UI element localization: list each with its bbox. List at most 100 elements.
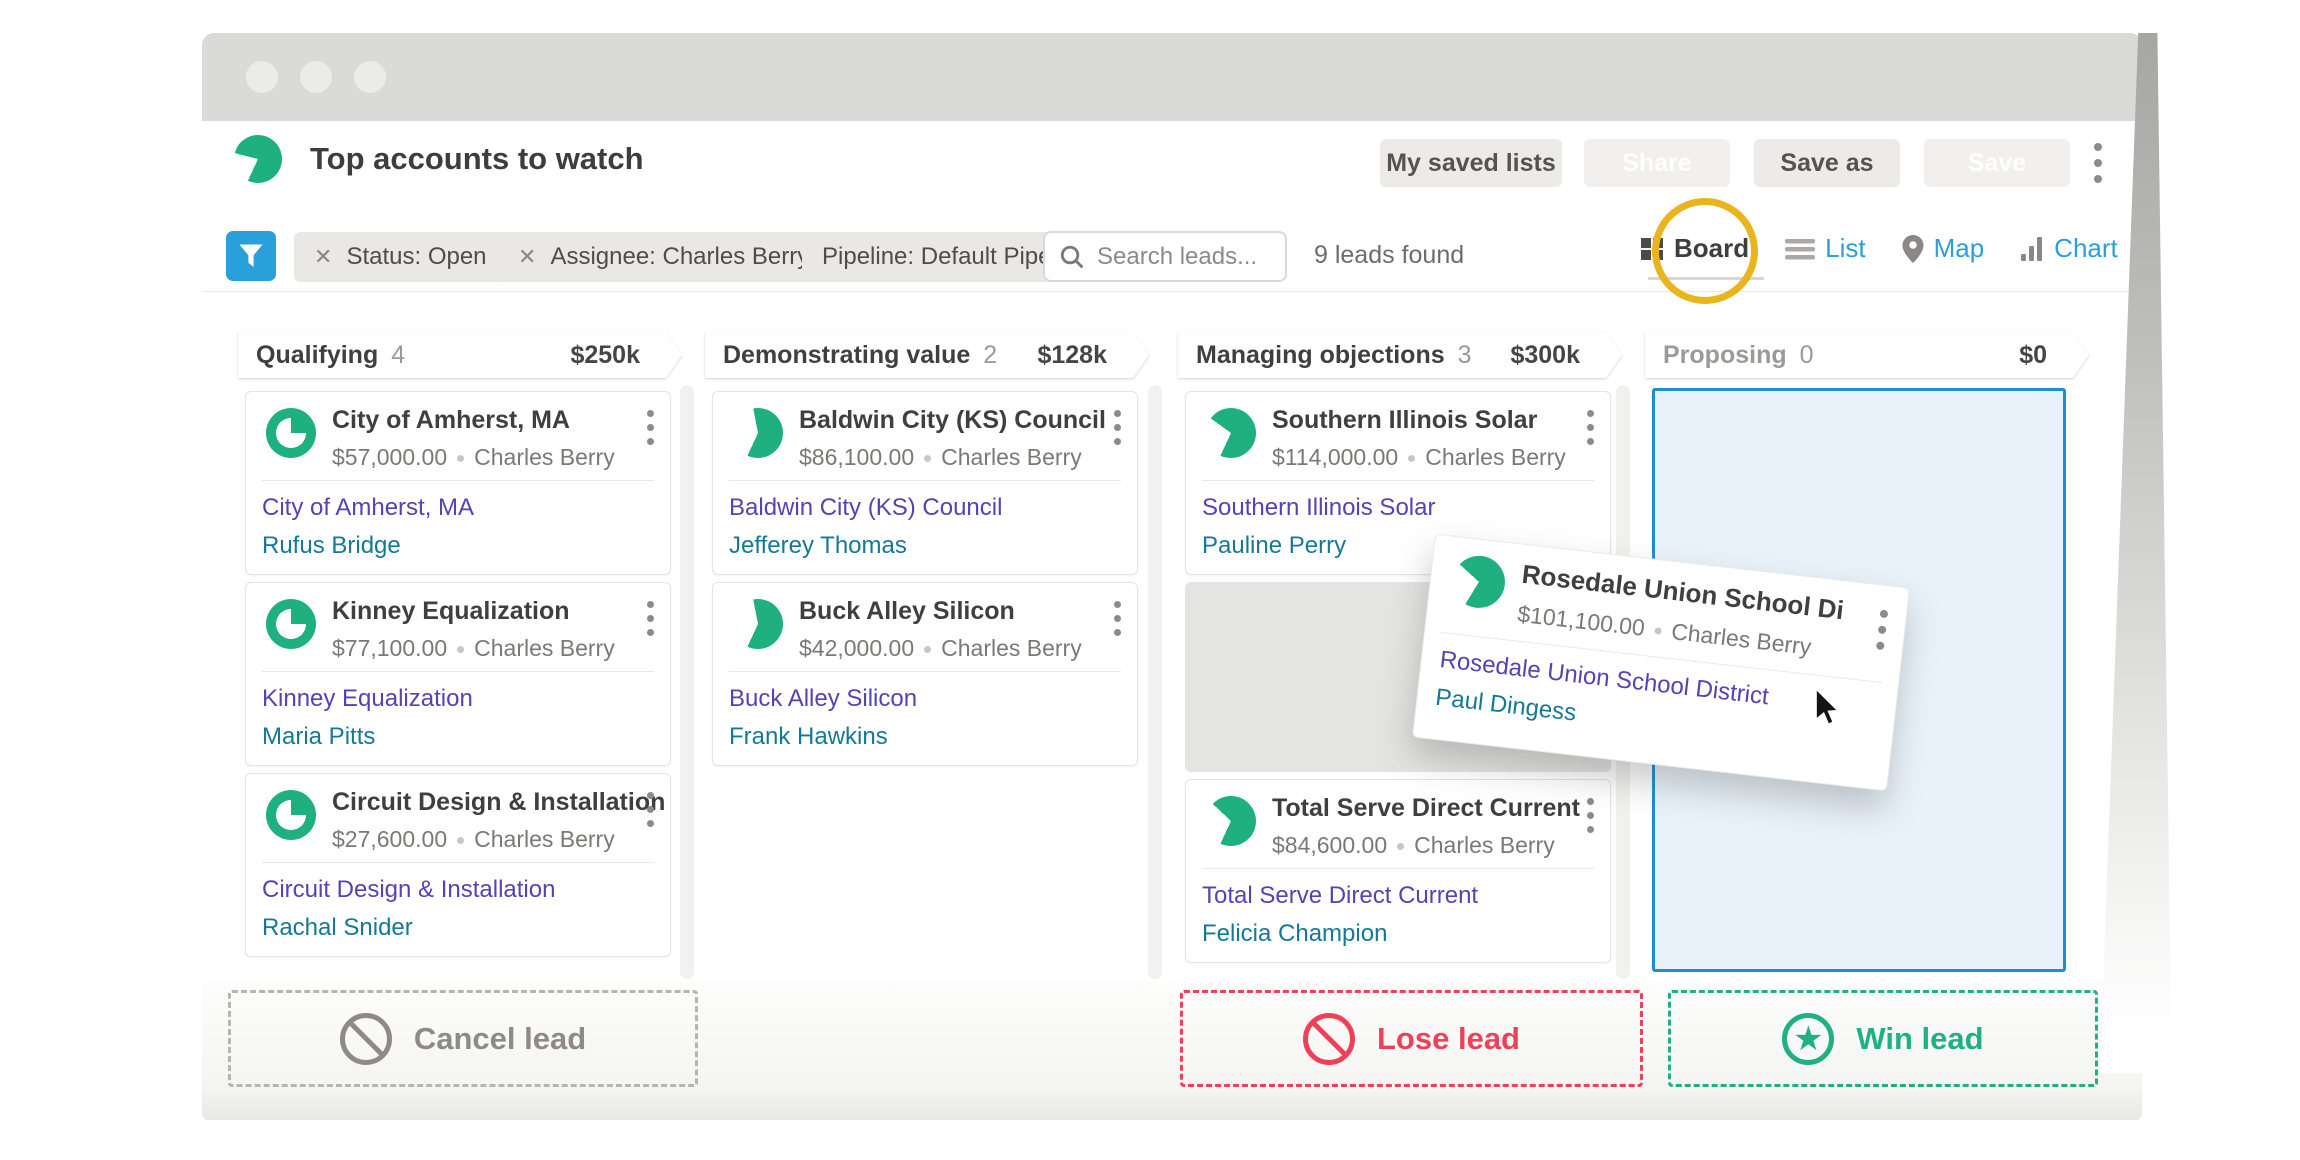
card-divider — [729, 671, 1121, 672]
my-saved-lists-button[interactable]: My saved lists — [1380, 139, 1562, 187]
funnel-icon — [238, 243, 264, 269]
lead-pie-icon — [1206, 408, 1256, 458]
lead-owner: Charles Berry — [1414, 832, 1555, 858]
contact-link[interactable]: Pauline Perry — [1202, 532, 1346, 560]
card-menu-icon[interactable] — [1587, 794, 1594, 836]
card-menu-icon[interactable] — [1114, 597, 1121, 639]
window-control-dot[interactable] — [246, 61, 278, 93]
card-divider — [262, 862, 654, 863]
tab-chart-view[interactable]: Chart — [2020, 233, 2118, 264]
column-gap — [1148, 385, 1162, 979]
list-icon — [1785, 237, 1815, 261]
lead-title: Buck Alley Silicon — [799, 597, 1015, 626]
filter-bar: ✕ Status: Open ✕ Assignee: Charles Berry… — [202, 203, 2142, 292]
contact-link[interactable]: Jefferey Thomas — [729, 532, 907, 560]
no-icon — [340, 1013, 392, 1065]
lead-subtitle: $84,600.00Charles Berry — [1272, 832, 1555, 859]
header-overflow-menu-icon[interactable] — [2094, 139, 2102, 187]
tab-list-view[interactable]: List — [1785, 233, 1865, 264]
separator-dot — [924, 455, 931, 462]
column-demonstrating-value: Baldwin City (KS) Council $86,100.00 Char… — [712, 391, 1138, 766]
lead-owner: Charles Berry — [941, 444, 1082, 470]
lead-value: $77,100.00 — [332, 635, 447, 661]
company-link[interactable]: Circuit Design & Installation — [262, 876, 555, 904]
lead-title: Circuit Design & Installation — [332, 788, 665, 817]
tab-board-view[interactable]: Board — [1640, 233, 1749, 264]
cancel-lead-dropzone[interactable]: Cancel lead — [228, 990, 698, 1087]
page-header: Top accounts to watch My saved lists Sha… — [202, 121, 2142, 203]
card-menu-icon[interactable] — [647, 788, 654, 830]
company-link[interactable]: Buck Alley Silicon — [729, 685, 917, 713]
contact-link[interactable]: Felicia Champion — [1202, 920, 1387, 948]
lead-subtitle: $114,000.00 Charles Berry — [1272, 444, 1566, 471]
card-menu-icon[interactable] — [1114, 406, 1121, 448]
lead-card[interactable]: Buck Alley Silicon $42,000.00Charles Ber… — [712, 582, 1138, 766]
lead-subtitle: $77,100.00 Charles Berry — [332, 635, 615, 662]
filter-funnel-button[interactable] — [226, 231, 276, 281]
contact-link[interactable]: Rufus Bridge — [262, 532, 401, 560]
lead-value: $27,600.00 — [332, 826, 447, 852]
lead-owner: Charles Berry — [474, 444, 615, 470]
grid-icon — [1640, 237, 1664, 261]
lead-owner: Charles Berry — [474, 826, 615, 852]
filter-chip-assignee[interactable]: ✕ Assignee: Charles Berry — [498, 232, 829, 282]
separator-dot — [457, 646, 464, 653]
lead-card[interactable]: Total Serve Direct Current $84,600.00Cha… — [1185, 779, 1611, 963]
remove-filter-icon[interactable]: ✕ — [518, 244, 536, 270]
share-button[interactable]: Share — [1584, 139, 1730, 187]
map-pin-icon — [1902, 235, 1924, 263]
mouse-cursor — [1814, 688, 1848, 728]
card-menu-icon[interactable] — [647, 406, 654, 448]
company-link[interactable]: Kinney Equalization — [262, 685, 473, 713]
lead-card[interactable]: Kinney Equalization $77,100.00 Charles Be… — [245, 582, 671, 766]
column-header-proposing[interactable]: Proposing0$0 — [1645, 332, 2089, 378]
lead-card[interactable]: City of Amherst, MA $57,000.00Charles Be… — [245, 391, 671, 575]
lead-owner: Charles Berry — [474, 635, 615, 661]
lead-owner: Charles Berry — [941, 635, 1082, 661]
card-divider — [1202, 480, 1594, 481]
card-menu-icon[interactable] — [1587, 406, 1594, 448]
lead-pie-icon — [1450, 553, 1508, 611]
remove-filter-icon[interactable]: ✕ — [314, 244, 332, 270]
save-button[interactable]: Save — [1924, 139, 2070, 187]
app-logo-pie-icon — [234, 135, 282, 183]
lead-value: $86,100.00 — [799, 444, 914, 470]
lead-card[interactable]: Baldwin City (KS) Council $86,100.00 Char… — [712, 391, 1138, 575]
save-as-button[interactable]: Save as — [1754, 139, 1900, 187]
company-link[interactable]: City of Amherst, MA — [262, 494, 474, 522]
lose-lead-dropzone[interactable]: Lose lead — [1180, 990, 1643, 1087]
lead-value: $114,000.00 — [1272, 444, 1398, 470]
lead-title: Kinney Equalization — [332, 597, 570, 626]
separator-dot — [1654, 627, 1662, 635]
window-control-dot[interactable] — [300, 61, 332, 93]
view-switcher: Board List Map — [1640, 233, 2154, 264]
contact-link[interactable]: Maria Pitts — [262, 723, 375, 751]
win-lead-dropzone[interactable]: ★ Win lead — [1668, 990, 2098, 1087]
company-link[interactable]: Baldwin City (KS) Council — [729, 494, 1002, 522]
window-control-dot[interactable] — [354, 61, 386, 93]
lead-subtitle: $27,600.00 Charles Berry — [332, 826, 615, 853]
card-menu-icon[interactable] — [1875, 606, 1888, 655]
lead-card[interactable]: Circuit Design & Installation $27,600.00… — [245, 773, 671, 957]
browser-title-bar — [202, 33, 2142, 121]
contact-link[interactable]: Rachal Snider — [262, 914, 413, 942]
company-link[interactable]: Total Serve Direct Current — [1202, 882, 1478, 910]
page-title: Top accounts to watch — [310, 141, 644, 177]
separator-dot — [1408, 455, 1415, 462]
lead-pie-icon — [1206, 796, 1256, 846]
search-input[interactable] — [1095, 242, 1269, 272]
lead-owner: Charles Berry — [1425, 444, 1566, 470]
lead-title: City of Amherst, MA — [332, 406, 570, 435]
card-menu-icon[interactable] — [647, 597, 654, 639]
company-link[interactable]: Southern Illinois Solar — [1202, 494, 1435, 522]
contact-link[interactable]: Frank Hawkins — [729, 723, 888, 751]
contact-link[interactable]: Paul Dingess — [1434, 684, 1578, 728]
column-header-demonstrating-value[interactable]: Demonstrating value2$128k — [705, 332, 1149, 378]
filter-chip-status[interactable]: ✕ Status: Open — [294, 232, 507, 282]
results-count: 9 leads found — [1314, 241, 1464, 270]
lead-owner: Charles Berry — [1670, 618, 1813, 660]
tab-map-view[interactable]: Map — [1902, 233, 1985, 264]
bar-chart-icon — [2020, 236, 2044, 262]
column-header-qualifying[interactable]: Qualifying4$250k — [238, 332, 682, 378]
column-header-managing-objections[interactable]: Managing objections3$300k — [1178, 332, 1622, 378]
